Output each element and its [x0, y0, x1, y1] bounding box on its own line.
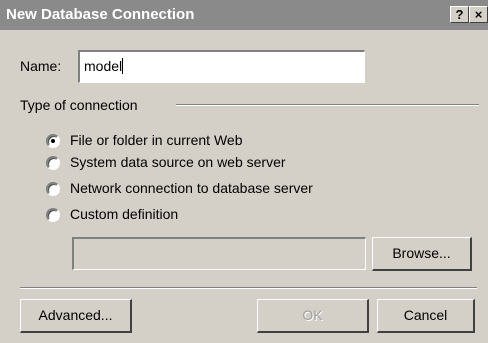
radio-label: Network connection to database server — [70, 180, 313, 196]
radio-button[interactable] — [46, 182, 60, 196]
radio-button[interactable] — [46, 156, 60, 170]
separator — [20, 287, 477, 289]
name-input[interactable]: model — [78, 50, 365, 83]
window-title: New Database Connection — [6, 6, 195, 23]
text-caret — [122, 58, 124, 74]
new-database-connection-dialog: New Database Connection ? × Name: model … — [0, 0, 488, 343]
close-button[interactable]: × — [469, 6, 488, 23]
radio-label: Custom definition — [70, 206, 179, 222]
custom-definition-input[interactable] — [72, 237, 366, 270]
help-button[interactable]: ? — [450, 6, 469, 23]
radio-button-checked[interactable] — [46, 134, 60, 148]
connection-type-group-label: Type of connection — [20, 97, 144, 113]
cancel-button[interactable]: Cancel — [377, 299, 475, 333]
advanced-button[interactable]: Advanced... — [20, 299, 132, 333]
name-label: Name: — [20, 58, 62, 74]
ok-button[interactable]: OK — [257, 299, 369, 333]
group-divider — [176, 104, 479, 106]
title-bar[interactable]: New Database Connection ? × — [0, 0, 488, 30]
browse-button[interactable]: Browse... — [372, 237, 472, 271]
name-input-value: model — [84, 58, 123, 74]
radio-label: File or folder in current Web — [70, 132, 243, 148]
radio-button[interactable] — [46, 208, 60, 222]
radio-label: System data source on web server — [70, 154, 286, 170]
